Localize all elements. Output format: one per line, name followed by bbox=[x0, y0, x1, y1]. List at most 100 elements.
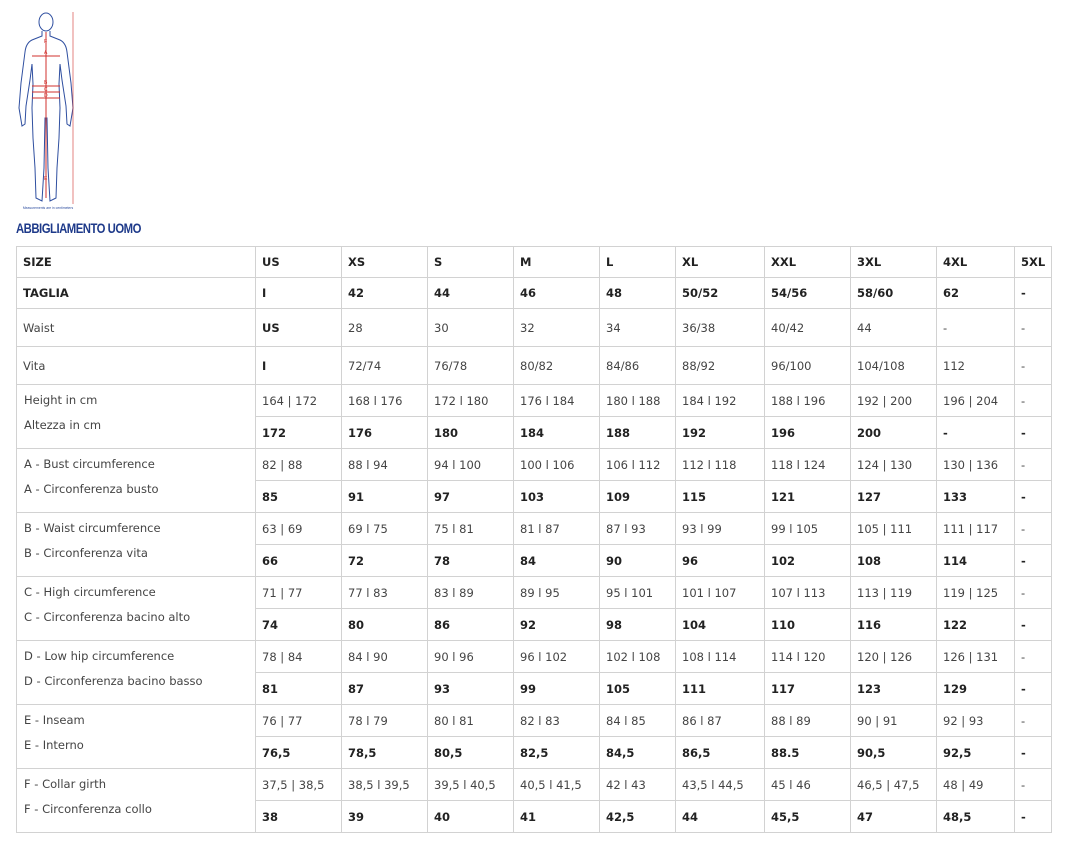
table-row: SIZE US XS S M L XL XXL 3XL 4XL 5XL bbox=[16, 246, 1052, 278]
figure-label-b: B bbox=[44, 80, 48, 86]
midpoint-cell: 110 bbox=[764, 608, 851, 641]
range-cell: - bbox=[1014, 576, 1052, 609]
midpoint-cell: 72 bbox=[341, 544, 428, 577]
midpoint-cell: 103 bbox=[513, 480, 600, 513]
midpoint-cell: 80,5 bbox=[427, 736, 514, 769]
midpoint-cell: 105 bbox=[599, 672, 676, 705]
table-cell: I bbox=[255, 277, 342, 309]
midpoint-cell: 47 bbox=[850, 800, 937, 833]
row-label: Vita bbox=[16, 346, 256, 385]
range-cell: 40,5 l 41,5 bbox=[513, 768, 600, 801]
midpoint-cell: 192 bbox=[675, 416, 765, 449]
midpoint-cell: 91 bbox=[341, 480, 428, 513]
table-cell: 32 bbox=[513, 308, 600, 347]
range-cell: 107 l 113 bbox=[764, 576, 851, 609]
range-cell: 188 l 196 bbox=[764, 384, 851, 417]
midpoint-cell: 42,5 bbox=[599, 800, 676, 833]
table-cell: 3XL bbox=[850, 246, 937, 278]
row-label-italian: Altezza in cm bbox=[24, 418, 102, 432]
range-cell: 124 | 130 bbox=[850, 448, 937, 481]
table-cell: US bbox=[255, 308, 342, 347]
table-cell: 54/56 bbox=[764, 277, 851, 309]
row-label-italian: D - Circonferenza bacino basso bbox=[24, 674, 203, 688]
range-cell: 168 l 176 bbox=[341, 384, 428, 417]
range-cell: 90 | 91 bbox=[850, 704, 937, 737]
body-measurement-diagram: F A B C D E Measurements are in centimet… bbox=[18, 12, 74, 210]
range-cell: 112 l 118 bbox=[675, 448, 765, 481]
row-label-english: F - Collar girth bbox=[24, 777, 106, 791]
range-cell: 184 l 192 bbox=[675, 384, 765, 417]
midpoint-cell: 104 bbox=[675, 608, 765, 641]
table-row: Height in cm Altezza in cm 164 | 172 168 l … bbox=[16, 384, 1052, 449]
row-label-italian: C - Circonferenza bacino alto bbox=[24, 610, 191, 624]
range-cell: 95 l 101 bbox=[599, 576, 676, 609]
midpoint-cell: 99 bbox=[513, 672, 600, 705]
midpoint-cell: 200 bbox=[850, 416, 937, 449]
midpoint-cell: 40 bbox=[427, 800, 514, 833]
range-cell: 77 l 83 bbox=[341, 576, 428, 609]
table-cell: US bbox=[255, 246, 342, 278]
row-label-italian: F - Circonferenza collo bbox=[24, 802, 152, 816]
range-cell: 101 l 107 bbox=[675, 576, 765, 609]
figure-label-f: F bbox=[44, 39, 47, 45]
range-cell: - bbox=[1014, 768, 1052, 801]
table-cell: I bbox=[255, 346, 342, 385]
table-row: F - Collar girth F - Circonferenza collo 3… bbox=[16, 768, 1052, 833]
table-cell: 80/82 bbox=[513, 346, 600, 385]
table-cell: 96/100 bbox=[764, 346, 851, 385]
midpoint-cell: 98 bbox=[599, 608, 676, 641]
table-cell: 5XL bbox=[1014, 246, 1052, 278]
section-heading: ABBIGLIAMENTO UOMO bbox=[16, 221, 141, 236]
range-cell: 37,5 | 38,5 bbox=[255, 768, 342, 801]
range-cell: 88 l 94 bbox=[341, 448, 428, 481]
table-cell: XS bbox=[341, 246, 428, 278]
range-cell: 100 l 106 bbox=[513, 448, 600, 481]
range-cell: 71 | 77 bbox=[255, 576, 342, 609]
range-cell: 86 l 87 bbox=[675, 704, 765, 737]
range-cell: 96 l 102 bbox=[513, 640, 600, 673]
midpoint-cell: 114 bbox=[936, 544, 1015, 577]
range-cell: 82 l 83 bbox=[513, 704, 600, 737]
range-cell: 75 l 81 bbox=[427, 512, 514, 545]
midpoint-cell: 96 bbox=[675, 544, 765, 577]
range-cell: 118 l 124 bbox=[764, 448, 851, 481]
table-cell: XXL bbox=[764, 246, 851, 278]
table-cell: 72/74 bbox=[341, 346, 428, 385]
row-label-english: E - Inseam bbox=[24, 713, 85, 727]
midpoint-cell: 38 bbox=[255, 800, 342, 833]
table-cell: 104/108 bbox=[850, 346, 937, 385]
figure-label-a: A bbox=[44, 50, 48, 56]
table-cell: 112 bbox=[936, 346, 1015, 385]
range-cell: 164 | 172 bbox=[255, 384, 342, 417]
table-cell: - bbox=[1014, 346, 1052, 385]
table-cell: L bbox=[599, 246, 676, 278]
midpoint-cell: - bbox=[1014, 608, 1052, 641]
table-row: Vita I 72/74 76/78 80/82 84/86 88/92 96/100 104/… bbox=[16, 346, 1052, 385]
midpoint-cell: 108 bbox=[850, 544, 937, 577]
row-label: A - Bust circumference A - Circonferenza … bbox=[16, 448, 256, 513]
table-row: C - High circumference C - Circonferenza … bbox=[16, 576, 1052, 641]
range-cell: 113 | 119 bbox=[850, 576, 937, 609]
range-cell: 87 l 93 bbox=[599, 512, 676, 545]
table-cell: 44 bbox=[427, 277, 514, 309]
range-cell: 108 l 114 bbox=[675, 640, 765, 673]
row-label: TAGLIA bbox=[16, 277, 256, 309]
midpoint-cell: 86 bbox=[427, 608, 514, 641]
midpoint-cell: - bbox=[1014, 480, 1052, 513]
row-label: F - Collar girth F - Circonferenza collo bbox=[16, 768, 256, 833]
row-label-italian: B - Circonferenza vita bbox=[24, 546, 148, 560]
row-label-english: D - Low hip circumference bbox=[24, 649, 175, 663]
range-cell: 99 l 105 bbox=[764, 512, 851, 545]
range-cell: 92 | 93 bbox=[936, 704, 1015, 737]
midpoint-cell: 66 bbox=[255, 544, 342, 577]
range-cell: 81 l 87 bbox=[513, 512, 600, 545]
table-row: Waist US 28 30 32 34 36/38 40/42 44- - bbox=[16, 308, 1052, 347]
midpoint-cell: 176 bbox=[341, 416, 428, 449]
midpoint-cell: 122 bbox=[936, 608, 1015, 641]
table-cell: - bbox=[936, 308, 1015, 347]
midpoint-cell: 78 bbox=[427, 544, 514, 577]
table-cell: M bbox=[513, 246, 600, 278]
midpoint-cell: 109 bbox=[599, 480, 676, 513]
midpoint-cell: - bbox=[936, 416, 1015, 449]
range-cell: 42 l 43 bbox=[599, 768, 676, 801]
